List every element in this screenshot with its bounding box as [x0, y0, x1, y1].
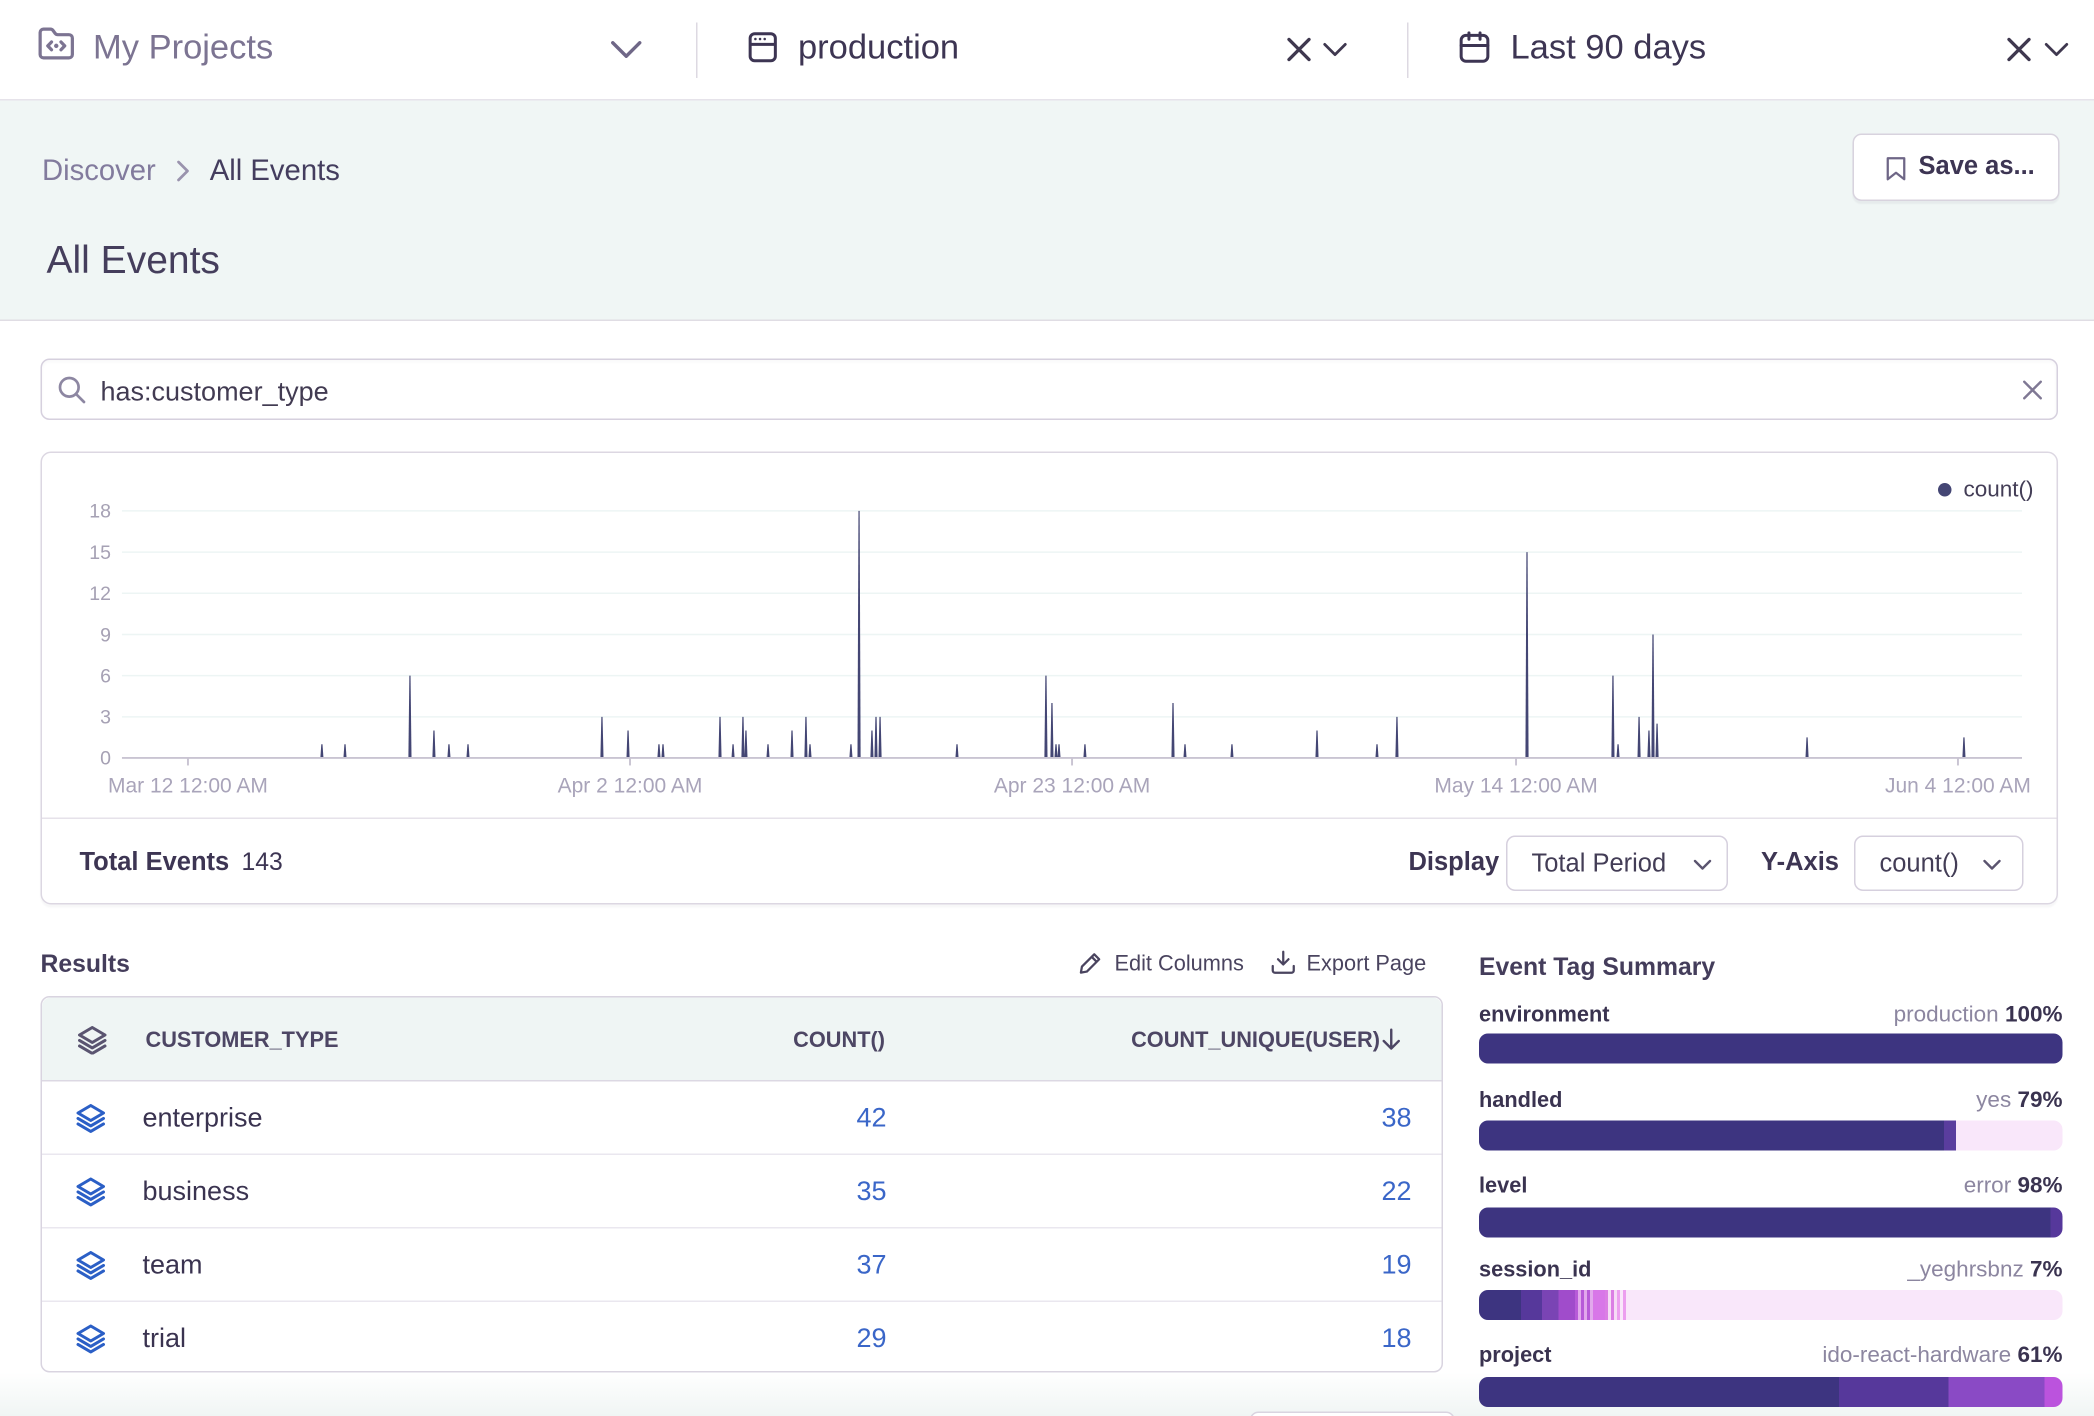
svg-text:15: 15: [89, 542, 111, 564]
svg-text:Apr 23 12:00 AM: Apr 23 12:00 AM: [994, 774, 1150, 797]
svg-text:9: 9: [100, 624, 111, 646]
svg-text:Jun 4 12:00 AM: Jun 4 12:00 AM: [1885, 774, 2031, 797]
svg-text:12: 12: [89, 583, 111, 605]
svg-text:Apr 2 12:00 AM: Apr 2 12:00 AM: [558, 774, 703, 797]
svg-text:May 14 12:00 AM: May 14 12:00 AM: [1434, 774, 1597, 797]
svg-text:Mar 12 12:00 AM: Mar 12 12:00 AM: [108, 774, 268, 797]
svg-text:18: 18: [89, 501, 111, 523]
svg-text:6: 6: [100, 665, 111, 687]
svg-text:3: 3: [100, 707, 111, 729]
svg-text:0: 0: [100, 748, 111, 770]
